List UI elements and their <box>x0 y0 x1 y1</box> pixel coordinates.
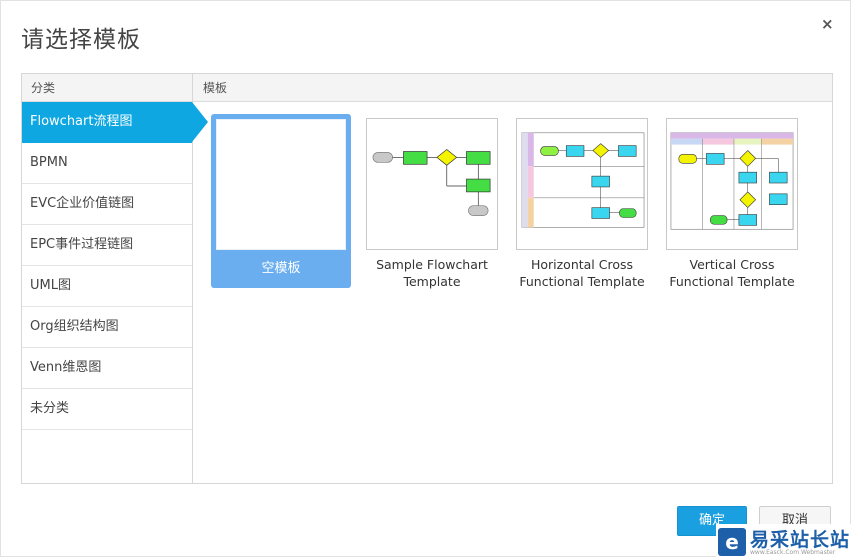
vertical-swimlane-thumbnail-icon <box>666 118 798 250</box>
template-header: 模板 <box>193 74 832 102</box>
template-horizontal-cross-functional[interactable]: Horizontal Cross Functional Template <box>512 114 652 290</box>
category-column: 分类 Flowchart流程图 BPMN EVC企业价值链图 EPC事件过程链图… <box>22 74 208 483</box>
watermark-sub: www.Easck.Com Webmaster <box>750 549 836 556</box>
category-item-venn[interactable]: Venn维恩图 <box>22 348 192 389</box>
template-blank-label: 空模板 <box>261 261 301 276</box>
template-blank-thumbnail <box>216 119 346 250</box>
watermark-logo-icon: e <box>718 528 746 556</box>
template-sample-flowchart[interactable]: Sample Flowchart Template <box>362 114 502 290</box>
dialog-title: 请选择模板 <box>21 27 141 53</box>
category-item-evc[interactable]: EVC企业价值链图 <box>22 184 192 225</box>
category-item-uncategorized[interactable]: 未分类 <box>22 389 192 430</box>
category-list: Flowchart流程图 BPMN EVC企业价值链图 EPC事件过程链图 UM… <box>22 102 208 430</box>
template-sample-flowchart-label: Sample Flowchart Template <box>376 257 488 289</box>
watermark: e 易采站长站 www.Easck.Com Webmaster <box>716 524 851 557</box>
template-vertical-cross-functional-label: Vertical Cross Functional Template <box>669 257 795 289</box>
template-dialog: 请选择模板 × 分类 Flowchart流程图 BPMN EVC企业价值链图 E… <box>0 0 851 557</box>
close-icon[interactable]: × <box>821 15 834 33</box>
watermark-name: 易采站长站 <box>750 529 851 551</box>
category-item-epc[interactable]: EPC事件过程链图 <box>22 225 192 266</box>
template-blank[interactable]: 空模板 <box>211 114 351 288</box>
category-item-org[interactable]: Org组织结构图 <box>22 307 192 348</box>
template-vertical-cross-functional[interactable]: Vertical Cross Functional Template <box>662 114 802 290</box>
category-item-bpmn[interactable]: BPMN <box>22 143 192 184</box>
template-column: 模板 空模板 Sample Flowchart Template Horizon… <box>193 74 832 483</box>
category-item-flowchart[interactable]: Flowchart流程图 <box>22 102 208 143</box>
horizontal-swimlane-thumbnail-icon <box>516 118 648 250</box>
template-panel: 分类 Flowchart流程图 BPMN EVC企业价值链图 EPC事件过程链图… <box>21 73 833 484</box>
flowchart-thumbnail-icon <box>366 118 498 250</box>
category-header: 分类 <box>22 74 192 102</box>
template-horizontal-cross-functional-label: Horizontal Cross Functional Template <box>519 257 645 289</box>
category-item-uml[interactable]: UML图 <box>22 266 192 307</box>
